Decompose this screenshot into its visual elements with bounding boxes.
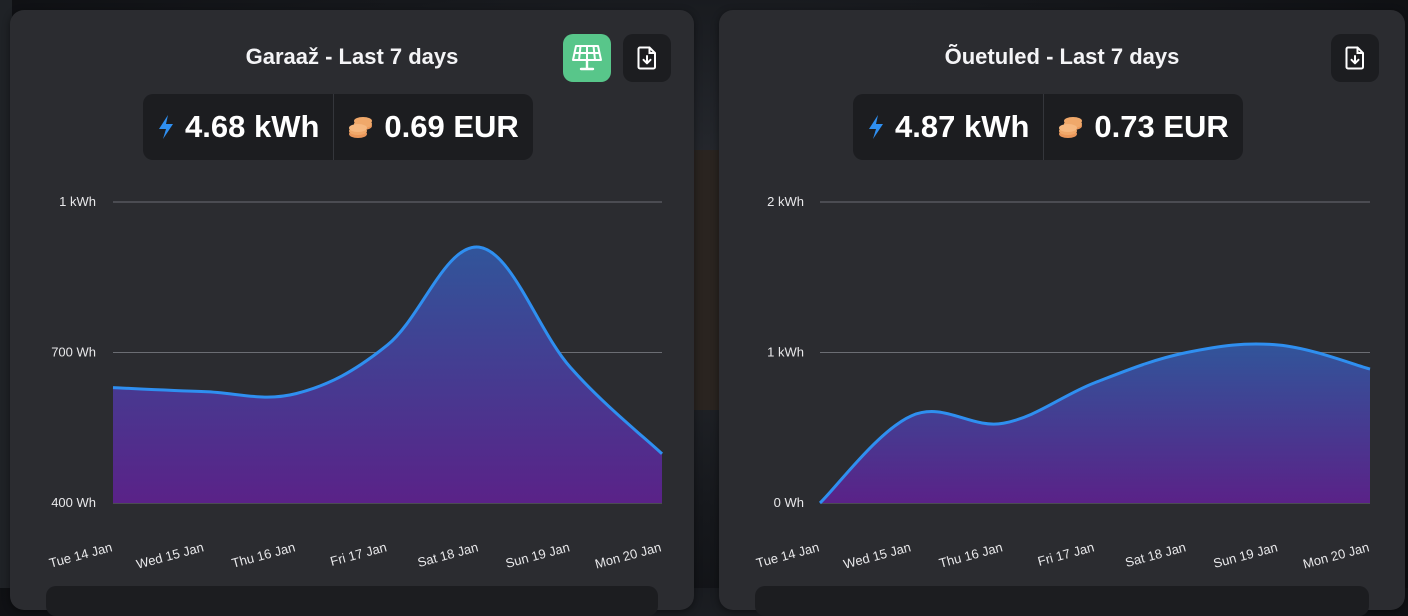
x-tick-label: Wed 15 Jan (135, 539, 206, 571)
x-tick-label: Sun 19 Jan (504, 539, 571, 571)
energy-card-garaaz: Garaaž - Last 7 days 4.68 kWh 0.69 EUR 4… (10, 10, 694, 616)
data-point (1277, 343, 1280, 346)
card-footer (755, 586, 1369, 616)
area-fill (113, 246, 662, 503)
data-point (295, 392, 298, 395)
x-tick-label: Tue 14 Jan (755, 539, 821, 570)
energy-chart: 400 Wh 700 Wh 1 kWh Tue 14 Jan Wed 15 Jan Thu… (48, 194, 664, 572)
data-point (386, 343, 389, 346)
y-tick-label: 0 Wh (774, 495, 804, 510)
x-tick-label: Tue 14 Jan (48, 539, 114, 570)
data-point (1002, 422, 1005, 425)
data-point (112, 386, 115, 389)
y-tick-label: 1 kWh (767, 345, 804, 360)
data-point (1185, 351, 1188, 354)
energy-chart: 0 Wh 1 kWh 2 kWh Tue 14 Jan Wed 15 Jan Thu 16… (755, 194, 1372, 572)
x-tick-label: Wed 15 Jan (842, 539, 913, 571)
data-point (819, 502, 822, 505)
x-tick-label: Fri 17 Jan (329, 539, 389, 568)
x-tick-label: Thu 16 Jan (230, 539, 297, 570)
x-tick-label: Sat 18 Jan (416, 539, 480, 570)
x-tick-label: Mon 20 Jan (1301, 539, 1371, 571)
data-point (1094, 381, 1097, 384)
x-tick-label: Fri 17 Jan (1036, 539, 1096, 568)
y-tick-label: 2 kWh (767, 194, 804, 209)
card-footer (46, 586, 658, 616)
y-tick-label: 1 kWh (59, 194, 96, 209)
data-point (203, 390, 206, 393)
x-tick-label: Sun 19 Jan (1212, 539, 1279, 571)
data-point (661, 452, 664, 455)
x-tick-label: Thu 16 Jan (937, 539, 1004, 570)
data-point (1369, 368, 1372, 371)
y-tick-label: 400 Wh (51, 495, 96, 510)
energy-card-ouetuled: Õuetuled - Last 7 days 4.87 kWh 0.73 EUR (719, 10, 1405, 616)
x-tick-label: Mon 20 Jan (593, 539, 663, 571)
x-tick-label: Sat 18 Jan (1124, 539, 1188, 570)
data-point (910, 414, 913, 417)
y-tick-label: 700 Wh (51, 345, 96, 360)
data-point (569, 366, 572, 369)
area-fill (820, 343, 1370, 503)
data-point (478, 246, 481, 249)
